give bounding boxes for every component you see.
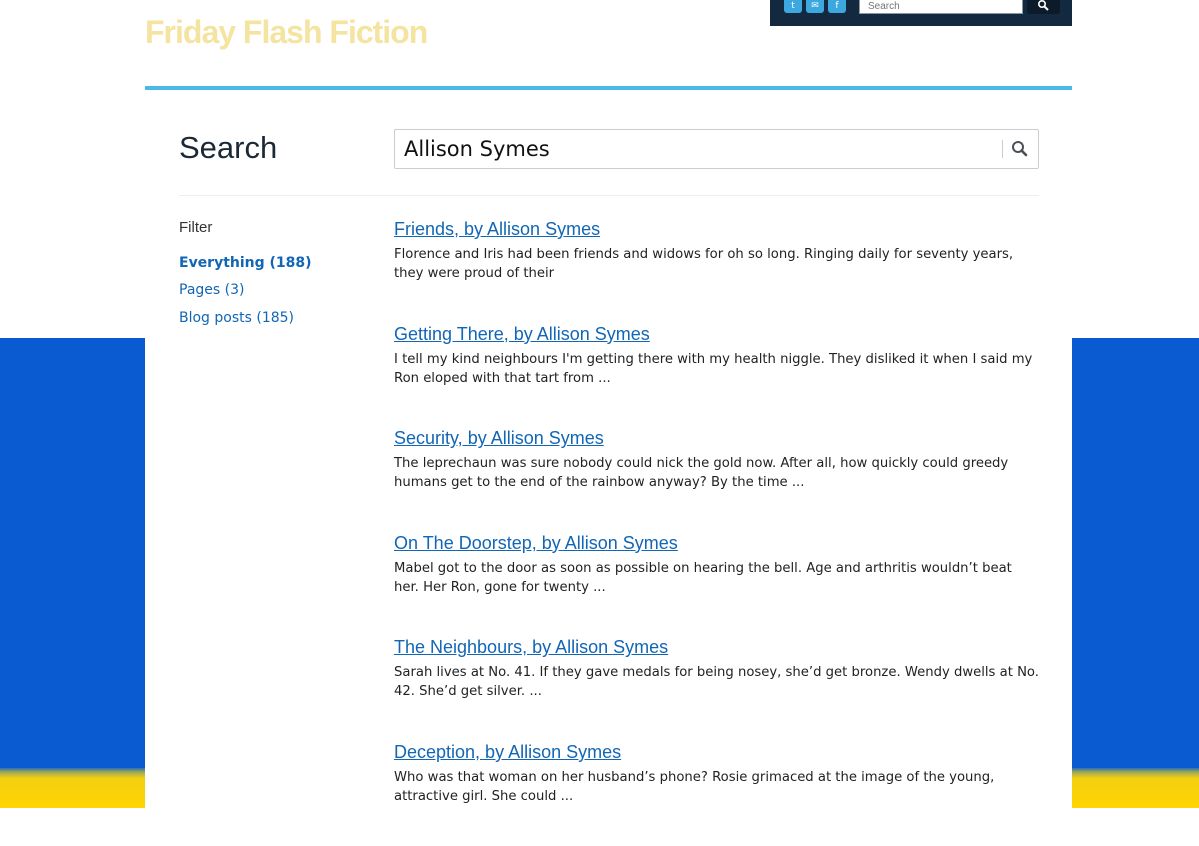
search-separator — [1002, 140, 1003, 158]
filter-blog-posts[interactable]: Blog posts (185) — [179, 310, 294, 326]
result-title-link[interactable]: Deception, by Allison Symes — [394, 741, 1039, 763]
result-title-link[interactable]: Security, by Allison Symes — [394, 427, 1039, 449]
search-result: The Neighbours, by Allison Symes Sarah l… — [394, 636, 1039, 741]
result-excerpt: Florence and Iris had been friends and w… — [394, 247, 1014, 281]
page-container: Friday Flash Fiction t ✉ f Search Filter… — [145, 0, 1072, 808]
search-input[interactable] — [395, 130, 995, 168]
section-divider — [179, 195, 1039, 196]
search-results: Friends, by Allison Symes Florence and I… — [394, 218, 1039, 846]
result-excerpt: Mabel got to the door as soon as possibl… — [394, 560, 1012, 595]
search-icon — [1012, 141, 1028, 157]
search-box — [394, 129, 1039, 169]
facebook-icon[interactable]: f — [828, 0, 846, 13]
header-divider — [145, 86, 1072, 90]
search-result: Getting There, by Allison Symes I tell m… — [394, 323, 1039, 428]
result-title-link[interactable]: Getting There, by Allison Symes — [394, 323, 1039, 345]
result-excerpt: The leprechaun was sure nobody could nic… — [394, 456, 1009, 491]
twitter-icon[interactable]: t — [784, 0, 802, 13]
header-top-bar: t ✉ f — [770, 0, 1072, 26]
search-icon — [1038, 0, 1049, 11]
page-title: Search — [179, 130, 278, 165]
filter-everything[interactable]: Everything (188) — [179, 255, 312, 271]
search-result: Deception, by Allison Symes Who was that… — [394, 741, 1039, 846]
search-result: Friends, by Allison Symes Florence and I… — [394, 218, 1039, 323]
site-title[interactable]: Friday Flash Fiction — [145, 14, 428, 51]
header-search-input[interactable] — [859, 0, 1023, 14]
filter-title: Filter — [179, 219, 213, 236]
search-result: Security, by Allison Symes The leprechau… — [394, 427, 1039, 532]
result-excerpt: Sarah lives at No. 41. If they gave meda… — [394, 665, 1039, 700]
result-excerpt: I tell my kind neighbours I'm getting th… — [394, 351, 1033, 386]
search-button[interactable] — [1007, 136, 1033, 162]
filter-pages[interactable]: Pages (3) — [179, 282, 244, 298]
search-result: On The Doorstep, by Allison Symes Mabel … — [394, 532, 1039, 637]
header-search-button[interactable] — [1027, 0, 1060, 14]
result-excerpt: Who was that woman on her husband’s phon… — [394, 769, 995, 804]
result-title-link[interactable]: The Neighbours, by Allison Symes — [394, 636, 1039, 658]
result-title-link[interactable]: On The Doorstep, by Allison Symes — [394, 532, 1039, 554]
result-title-link[interactable]: Friends, by Allison Symes — [394, 218, 1039, 240]
email-icon[interactable]: ✉ — [806, 0, 824, 13]
